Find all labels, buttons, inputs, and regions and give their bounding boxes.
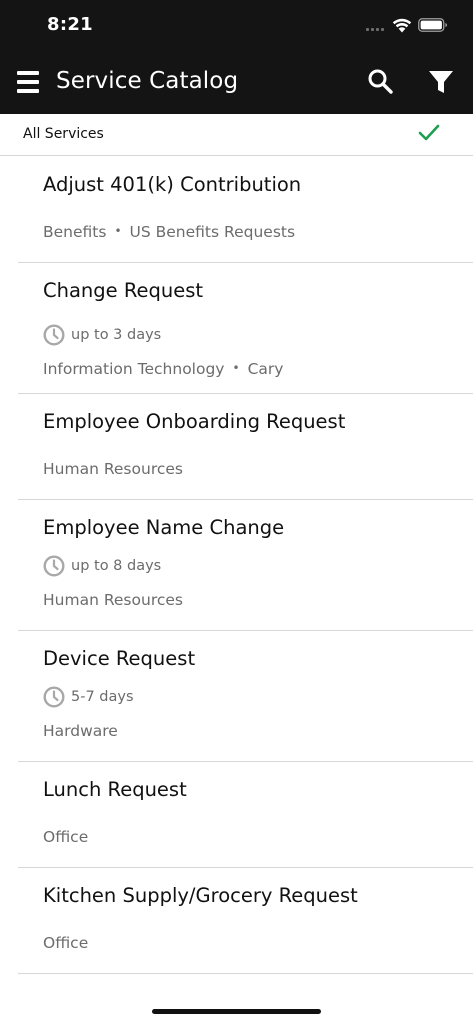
list-item[interactable]: Change Request up to 3 days Information … — [18, 263, 473, 394]
battery-icon — [418, 18, 447, 32]
item-title: Employee Onboarding Request — [43, 410, 346, 433]
service-list: Adjust 401(k) Contribution Benefits • US B… — [0, 157, 473, 974]
home-indicator[interactable] — [152, 1009, 321, 1014]
item-duration: up to 8 days — [43, 555, 161, 577]
status-bar: 8:21 — [0, 0, 473, 52]
item-meta: Hardware — [43, 722, 118, 740]
duration-text: 5-7 days — [71, 689, 134, 705]
item-meta: Human Resources — [43, 591, 183, 609]
filter-icon[interactable] — [426, 67, 456, 97]
item-category: Office — [43, 934, 89, 952]
item-category: Human Resources — [43, 591, 183, 609]
item-category: Office — [43, 828, 89, 846]
item-meta: Office — [43, 934, 88, 952]
item-duration: 5-7 days — [43, 686, 134, 708]
list-item[interactable]: Kitchen Supply/Grocery Request Office — [18, 868, 473, 974]
item-category: Hardware — [43, 722, 118, 740]
clock-icon — [43, 324, 65, 346]
item-meta: Information Technology • Cary — [43, 360, 283, 378]
item-meta: Office — [43, 828, 88, 846]
item-meta: Human Resources — [43, 460, 183, 478]
wifi-icon — [392, 18, 412, 33]
service-filter-row[interactable]: All Services — [0, 114, 473, 156]
status-time: 8:21 — [47, 14, 93, 35]
nav-bar: Service Catalog — [0, 52, 473, 114]
list-item[interactable]: Employee Onboarding Request Human Resour… — [18, 394, 473, 500]
item-subcategory: US Benefits Requests — [129, 223, 296, 241]
item-category: Information Technology — [43, 360, 225, 378]
signal-icon — [366, 23, 386, 31]
item-category: Benefits — [43, 223, 107, 241]
list-item[interactable]: Employee Name Change up to 8 days Human … — [18, 500, 473, 631]
item-meta: Benefits • US Benefits Requests — [43, 223, 295, 241]
list-item[interactable]: Device Request 5-7 days Hardware — [18, 631, 473, 762]
item-subcategory: Cary — [247, 360, 284, 378]
duration-text: up to 3 days — [71, 327, 162, 343]
list-item[interactable]: Lunch Request Office — [18, 762, 473, 868]
duration-text: up to 8 days — [71, 558, 162, 574]
item-title: Change Request — [43, 279, 204, 302]
item-title: Lunch Request — [43, 778, 187, 801]
item-category: Human Resources — [43, 460, 183, 478]
search-icon[interactable] — [366, 67, 394, 95]
item-title: Adjust 401(k) Contribution — [43, 173, 302, 196]
list-item[interactable]: Adjust 401(k) Contribution Benefits • US B… — [18, 157, 473, 263]
item-title: Employee Name Change — [43, 516, 285, 539]
page-title: Service Catalog — [56, 68, 239, 94]
filter-label: All Services — [23, 126, 104, 142]
separator-dot: • — [114, 224, 122, 238]
item-title: Kitchen Supply/Grocery Request — [43, 884, 358, 907]
separator-dot: • — [232, 361, 240, 375]
checkmark-icon — [418, 124, 440, 141]
clock-icon — [43, 555, 65, 577]
clock-icon — [43, 686, 65, 708]
item-duration: up to 3 days — [43, 324, 161, 346]
item-title: Device Request — [43, 647, 196, 670]
hamburger-menu-icon[interactable] — [17, 71, 39, 93]
